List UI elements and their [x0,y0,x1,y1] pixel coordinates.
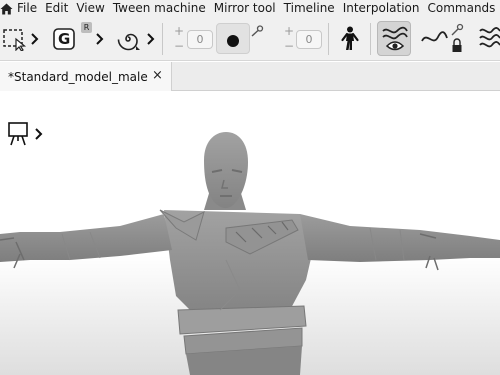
toolbar-separator [328,23,329,55]
walking-figure-icon[interactable] [339,26,361,56]
document-tab-bar: *Standard_model_male × [0,62,500,91]
group-badge: G [58,30,71,48]
toolbar-separator [370,23,371,55]
menu-commands[interactable]: Commands [424,0,500,17]
menu-bar: File Edit View Tween machine Mirror tool… [0,0,500,17]
menu-file[interactable]: File [13,0,41,17]
tilde-curve-icon[interactable] [420,31,448,51]
curve-stack-icon[interactable] [478,25,500,57]
menu-interpolation[interactable]: Interpolation [339,0,424,17]
plus-icon[interactable]: + [284,25,294,37]
key-right-field[interactable]: 0 [296,30,322,49]
menu-edit[interactable]: Edit [41,0,72,17]
character-model[interactable] [0,110,500,375]
minus-icon[interactable]: − [174,40,184,52]
orbit-spiral-icon[interactable] [114,26,142,56]
toolbar: G R + − 0 + − 0 [0,17,500,61]
rect-select-icon[interactable] [2,27,28,55]
chevron-right-icon[interactable] [30,31,40,50]
record-dot-icon [226,33,240,52]
tab-label: *Standard_model_male [8,69,148,84]
viewport-header [0,92,500,110]
menu-mirror-tool[interactable]: Mirror tool [210,0,280,17]
minus-icon[interactable]: − [284,40,294,52]
group-sub-badge: R [81,22,92,33]
close-icon[interactable]: × [152,68,163,84]
chevron-right-icon[interactable] [146,31,156,50]
menu-tween-machine[interactable]: Tween machine [109,0,210,17]
tab-standard-model-male[interactable]: *Standard_model_male × [0,62,172,91]
plus-icon[interactable]: + [174,25,184,37]
key-lock-icon[interactable] [449,23,465,59]
chevron-right-icon[interactable] [95,31,105,50]
key-left-field[interactable]: 0 [187,30,213,49]
menu-timeline[interactable]: Timeline [280,0,339,17]
menu-view[interactable]: View [72,0,108,17]
key-small-icon [250,22,264,41]
toolbar-separator [162,23,163,55]
curve-eye-icon [381,25,409,57]
home-icon[interactable] [0,0,13,17]
3d-viewport[interactable] [0,110,500,375]
